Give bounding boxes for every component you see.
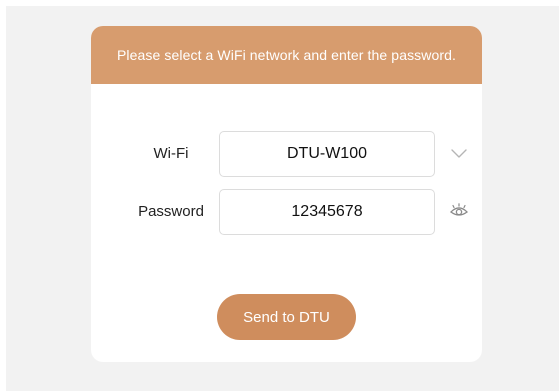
wifi-config-card: Please select a WiFi network and enter t… [91,26,482,362]
password-label: Password [138,203,204,220]
eye-icon[interactable] [449,201,469,221]
wifi-select[interactable]: DTU-W100 [219,131,435,177]
password-field[interactable] [219,189,435,235]
send-to-dtu-button[interactable]: Send to DTU [217,294,356,340]
page-background: Please select a WiFi network and enter t… [6,6,559,391]
wifi-label: Wi-Fi [153,145,189,162]
instruction-text: Please select a WiFi network and enter t… [116,47,457,63]
wifi-selected-value: DTU-W100 [286,145,367,162]
password-row: Password [91,189,482,235]
password-input[interactable] [220,190,434,234]
instruction-banner: Please select a WiFi network and enter t… [91,26,482,84]
chevron-down-icon[interactable] [449,143,469,163]
wifi-row: Wi-Fi DTU-W100 [91,131,482,177]
